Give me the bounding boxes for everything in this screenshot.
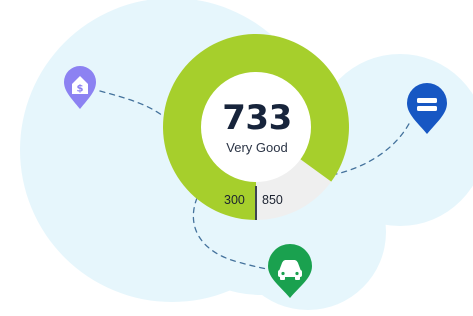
credit-score-illustration: $ 733 Very Good 300 850 <box>0 0 473 311</box>
score-readout: 733 Very Good <box>187 98 327 157</box>
svg-text:$: $ <box>77 84 84 95</box>
score-range-max: 850 <box>262 193 283 207</box>
credit-score-value: 733 <box>222 98 292 138</box>
credit-score-rating: Very Good <box>226 140 288 155</box>
score-range-min: 300 <box>224 193 245 207</box>
